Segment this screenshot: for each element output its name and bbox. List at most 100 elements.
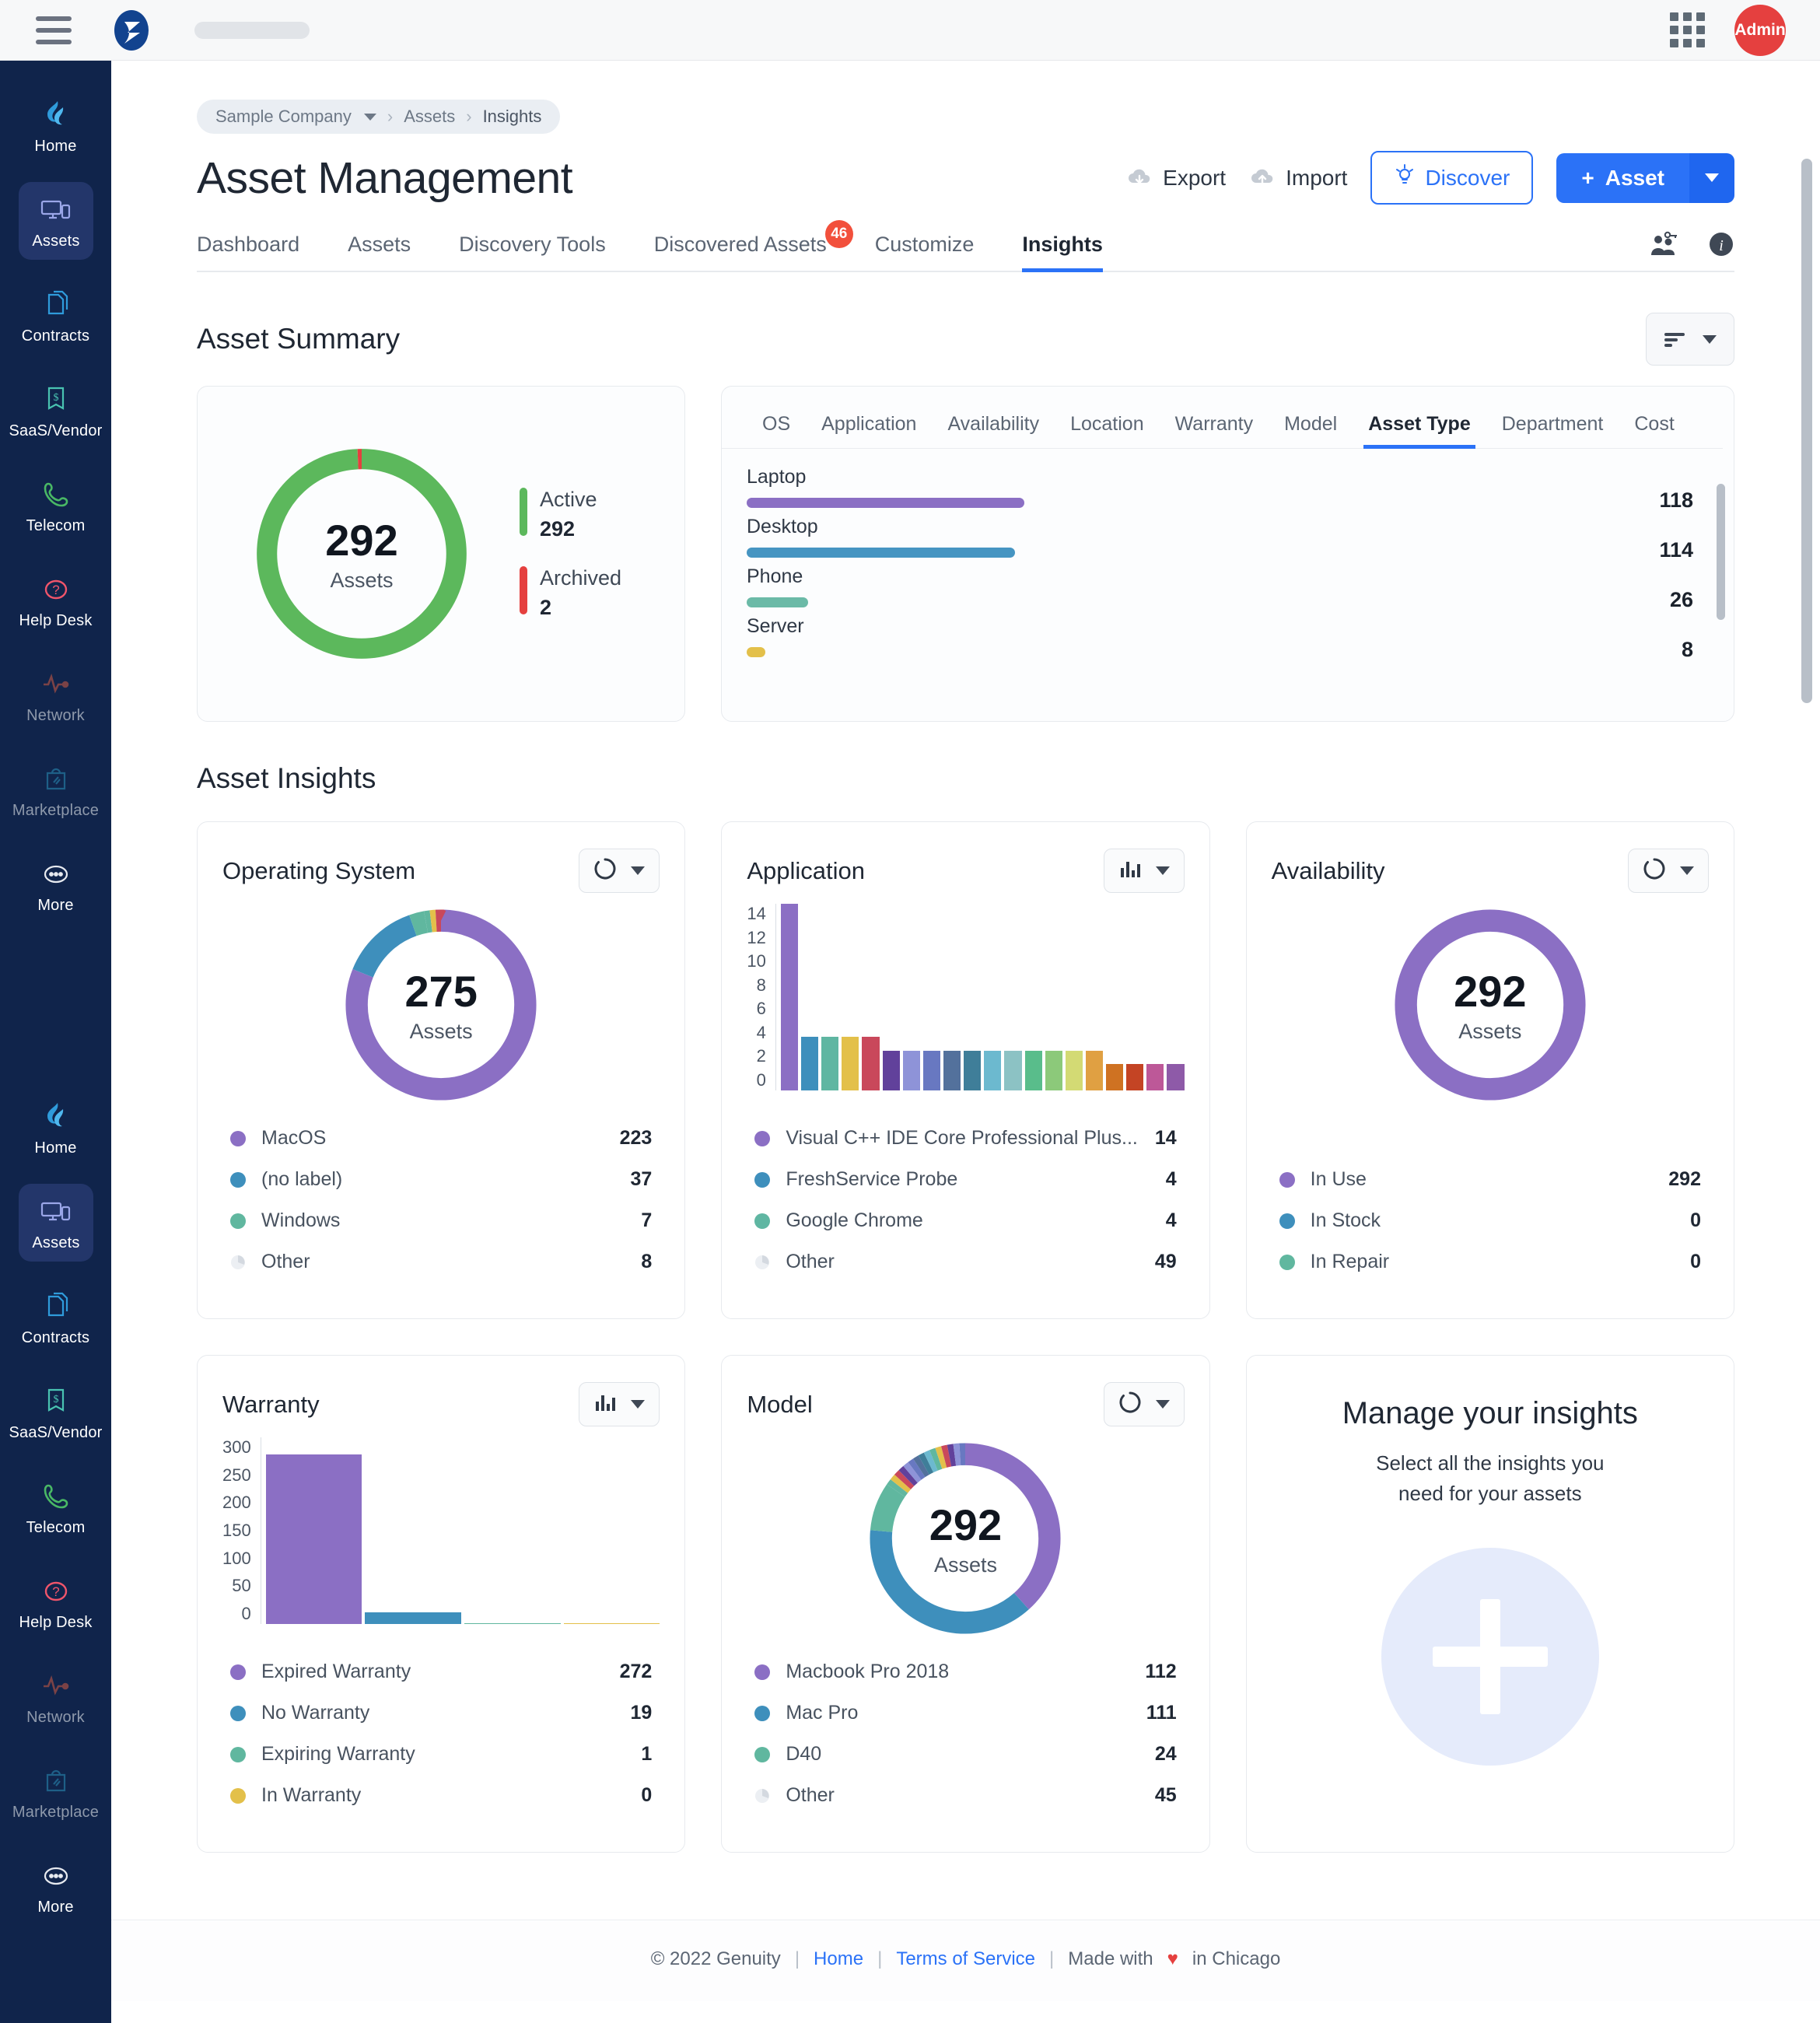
bar[interactable]	[365, 1612, 462, 1624]
sidebar-item-network[interactable]: Network	[0, 656, 111, 734]
bar[interactable]	[842, 1037, 859, 1090]
bar[interactable]	[464, 1622, 561, 1624]
tab-customize[interactable]: Customize	[875, 233, 975, 271]
bar[interactable]	[922, 1050, 940, 1090]
bar[interactable]	[964, 1050, 982, 1090]
tab-dashboard[interactable]: Dashboard	[197, 233, 299, 271]
bar[interactable]	[984, 1050, 1002, 1090]
sidebar-item-marketplace[interactable]: Marketplace	[0, 1753, 111, 1831]
asset-type-tab-availability[interactable]: Availability	[932, 413, 1055, 448]
bar[interactable]	[780, 904, 798, 1090]
sidebar-item-telecom[interactable]: Telecom	[0, 467, 111, 544]
section-label: Asset Insights	[197, 762, 376, 794]
asset-type-tab-warranty[interactable]: Warranty	[1160, 413, 1269, 448]
sidebar-item-home[interactable]: Home	[0, 87, 111, 165]
sidebar-item-marketplace[interactable]: Marketplace	[0, 751, 111, 829]
add-asset-button[interactable]: + Asset	[1556, 152, 1734, 203]
sidebar-item-assets[interactable]: Assets	[19, 1184, 93, 1262]
import-button[interactable]: Import	[1249, 166, 1347, 191]
asset-type-tab-department[interactable]: Department	[1486, 413, 1619, 448]
asset-type-tab-os[interactable]: OS	[747, 413, 806, 448]
sidebar-item-contracts[interactable]: Contracts	[0, 277, 111, 355]
asset-type-tab-asset-type[interactable]: Asset Type	[1353, 413, 1486, 449]
sidebar-item-network[interactable]: Network	[0, 1658, 111, 1736]
sort-list-icon	[1664, 323, 1685, 355]
asset-type-tab-application[interactable]: Application	[806, 413, 932, 448]
bar[interactable]	[1045, 1050, 1062, 1090]
chevron-down-icon[interactable]	[363, 113, 376, 121]
users-key-icon[interactable]	[1649, 231, 1680, 261]
asset-summary-donut[interactable]: 292 Assets	[249, 441, 474, 667]
search-input[interactable]	[194, 21, 310, 39]
legend-swatch	[230, 1746, 246, 1762]
sidebar-item-label: Assets	[32, 233, 80, 250]
chart-area[interactable]: 292 Assets	[1272, 898, 1709, 1111]
info-circle-icon[interactable]: i	[1708, 231, 1734, 261]
grid-apps-icon[interactable]	[1670, 12, 1705, 47]
card-header: Warranty	[222, 1382, 660, 1426]
asset-type-tab-location[interactable]: Location	[1055, 413, 1160, 448]
sidebar-item-help-desk[interactable]: ? Help Desk	[0, 1563, 111, 1641]
plus-circle-icon[interactable]	[1381, 1548, 1599, 1766]
manage-insights-card: Manage your insights Select all the insig…	[1245, 1355, 1734, 1853]
sidebar-item-saas-vendor[interactable]: $ SaaS/Vendor	[0, 1374, 111, 1451]
chart-type-selector[interactable]	[1103, 1382, 1185, 1426]
footer-terms-link[interactable]: Terms of Service	[896, 1948, 1035, 1970]
asset-type-scrollbar[interactable]	[1717, 484, 1725, 620]
avatar[interactable]: Admin	[1734, 4, 1786, 56]
chart-area[interactable]: 275 Assets	[222, 898, 660, 1111]
bar[interactable]	[1085, 1050, 1104, 1090]
bar[interactable]	[1004, 1050, 1022, 1090]
sidebar-item-contracts[interactable]: Contracts	[0, 1279, 111, 1356]
sidebar-item-assets[interactable]: Assets	[19, 182, 93, 260]
summary-sort-button[interactable]	[1646, 313, 1734, 366]
sidebar-item-label: Contracts	[21, 327, 90, 345]
genuity-logo[interactable]	[110, 9, 152, 51]
legend-row: No Warranty 19	[230, 1702, 652, 1724]
bar[interactable]	[1106, 1063, 1124, 1090]
sidebar-item-home[interactable]: Home	[0, 1089, 111, 1167]
bar[interactable]	[1065, 1050, 1083, 1090]
bar[interactable]	[882, 1050, 900, 1090]
chart-area[interactable]: 292 Assets	[747, 1431, 1184, 1645]
hamburger-icon[interactable]	[36, 16, 72, 44]
breadcrumb-assets[interactable]: Assets	[404, 107, 455, 127]
sidebar-item-help-desk[interactable]: ? Help Desk	[0, 562, 111, 639]
legend-swatch	[754, 1705, 771, 1721]
bar[interactable]	[902, 1050, 920, 1090]
breadcrumb-company[interactable]: Sample Company	[215, 107, 352, 127]
donut-unit: Assets	[933, 1552, 997, 1577]
tab-insights[interactable]: Insights	[1022, 233, 1103, 272]
bar[interactable]	[1024, 1050, 1042, 1090]
chart-type-selector[interactable]	[1103, 849, 1185, 893]
asset-dropdown-button[interactable]	[1689, 152, 1734, 203]
bar[interactable]	[821, 1037, 839, 1090]
asset-insights-grid: Operating System 275 Assets MacOS 223 (no lab…	[197, 821, 1734, 1853]
bar[interactable]	[563, 1622, 660, 1624]
chart-type-selector[interactable]	[579, 849, 660, 893]
asset-type-tab-model[interactable]: Model	[1269, 413, 1353, 448]
tab-assets[interactable]: Assets	[348, 233, 411, 271]
bar[interactable]	[265, 1454, 362, 1624]
bar[interactable]	[1146, 1063, 1164, 1090]
breadcrumb-insights[interactable]: Insights	[483, 107, 542, 127]
tab-discovered-assets[interactable]: Discovered Assets 46	[654, 220, 853, 271]
sidebar-item-more[interactable]: More	[0, 846, 111, 924]
sidebar-item-telecom[interactable]: Telecom	[0, 1468, 111, 1546]
bar[interactable]	[1167, 1063, 1185, 1090]
bar[interactable]	[862, 1037, 880, 1090]
sidebar-item-saas-vendor[interactable]: $ SaaS/Vendor	[0, 372, 111, 450]
bar[interactable]	[1126, 1063, 1144, 1090]
export-button[interactable]: Export	[1126, 166, 1226, 191]
sidebar-item-more[interactable]: More	[0, 1848, 111, 1926]
page-scrollbar[interactable]	[1801, 159, 1812, 703]
bar[interactable]	[943, 1050, 961, 1090]
chart-type-selector[interactable]	[1627, 849, 1709, 893]
footer-home-link[interactable]: Home	[814, 1948, 863, 1970]
bar[interactable]	[800, 1037, 819, 1090]
section-label: Asset Summary	[197, 323, 401, 355]
discover-button[interactable]: Discover	[1370, 151, 1534, 205]
chart-type-selector[interactable]	[579, 1382, 660, 1426]
tab-discovery-tools[interactable]: Discovery Tools	[459, 233, 606, 271]
asset-type-tab-cost[interactable]: Cost	[1619, 413, 1689, 448]
